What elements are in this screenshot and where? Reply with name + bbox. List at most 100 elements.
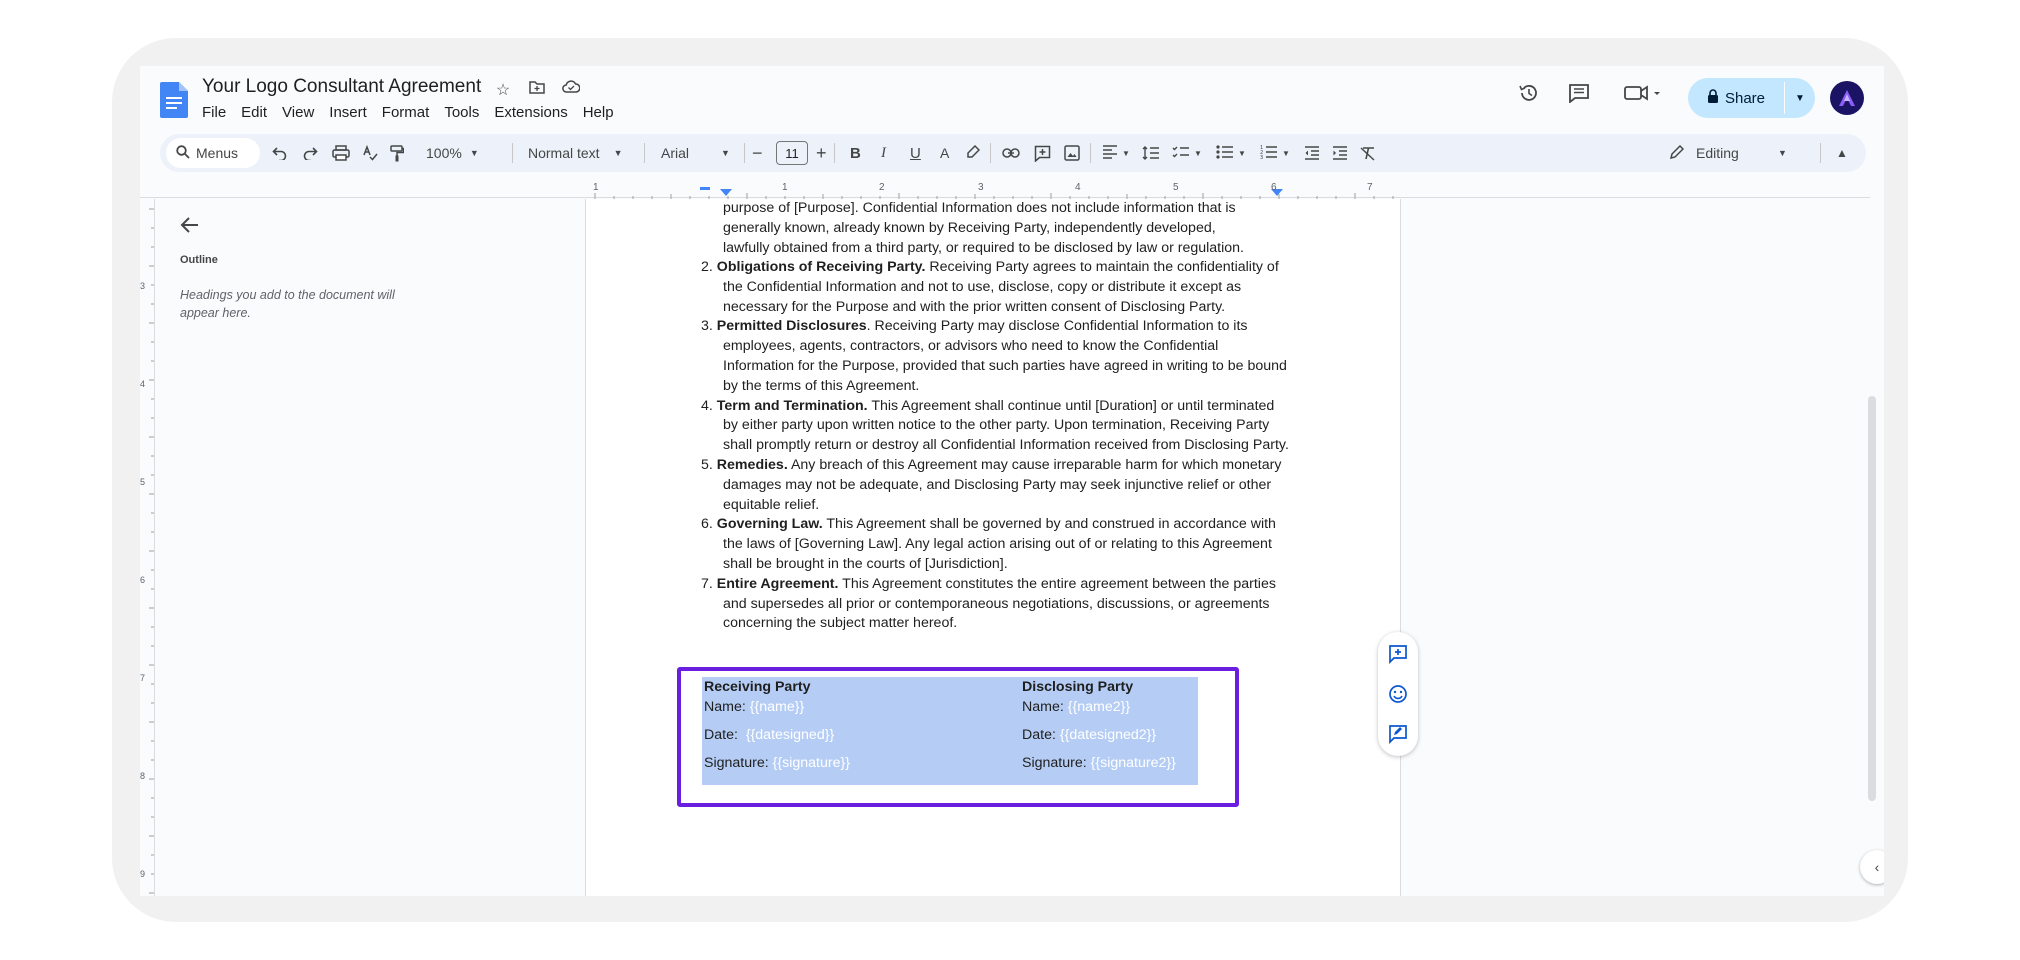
version-history-icon[interactable] (1516, 80, 1542, 106)
list-number: 2. (701, 259, 713, 275)
decrease-font-size-button[interactable]: − (752, 134, 763, 172)
underline-icon[interactable]: U (910, 134, 921, 172)
formatting-toolbar: Menus 100% ▼ Normal text ▼ Arial ▼ − 11 … (160, 134, 1866, 172)
toolbar-divider (512, 143, 513, 163)
vertical-scrollbar[interactable] (1868, 396, 1876, 801)
paragraph-style-select[interactable]: Normal text ▼ (528, 134, 623, 172)
body-line: lawfully obtained from a third party, or… (723, 239, 1245, 256)
menu-edit[interactable]: Edit (241, 104, 267, 121)
outline-empty-text: Headings you add to the document will ap… (180, 288, 395, 320)
meet-icon[interactable] (1620, 80, 1666, 106)
insert-image-icon[interactable] (1064, 134, 1080, 172)
zoom-value: 100% (426, 145, 462, 161)
menu-insert[interactable]: Insert (329, 104, 367, 121)
list-item: 3. Permitted Disclosures. Receiving Part… (701, 317, 1291, 396)
editing-mode-label: Editing (1696, 145, 1739, 161)
font-size-input[interactable]: 11 (776, 141, 808, 165)
bulleted-list-select[interactable]: ▼ (1216, 134, 1246, 172)
increase-indent-icon[interactable] (1332, 134, 1348, 172)
menu-file[interactable]: File (202, 104, 226, 121)
align-chevron-down-icon: ▼ (1122, 148, 1130, 158)
font-chevron-down-icon: ▼ (721, 148, 730, 158)
list-number: 3. (701, 318, 713, 335)
toolbar-divider (834, 143, 835, 163)
editing-chevron-down-icon: ▼ (1778, 148, 1787, 158)
list-number: 5. (701, 456, 713, 473)
zoom-chevron-down-icon: ▼ (469, 148, 479, 158)
numbered-list-select[interactable]: 123 ▼ (1260, 134, 1290, 172)
font-select[interactable]: Arial ▼ (661, 134, 730, 172)
list-item: 4. Term and Termination. This Agreement … (701, 397, 1291, 456)
line-spacing-icon[interactable] (1142, 134, 1160, 172)
ruler-label: 3 (978, 182, 984, 193)
undo-icon[interactable] (272, 134, 288, 172)
italic-icon[interactable]: I (881, 134, 886, 172)
numbered-list-icon: 123 (1260, 144, 1278, 162)
docs-logo-icon[interactable] (160, 82, 188, 118)
ruler-label: 8 (140, 771, 146, 781)
menu-view[interactable]: View (282, 104, 314, 121)
document-title[interactable]: Your Logo Consultant Agreement (202, 76, 481, 98)
ruler-label: 2 (879, 182, 885, 193)
toolbar-divider (644, 143, 645, 163)
checklist-select[interactable]: ▼ (1172, 134, 1202, 172)
chevron-left-icon: ‹ (1874, 859, 1880, 875)
text-color-icon[interactable]: A (940, 134, 949, 172)
editing-mode-select[interactable]: Editing ▼ (1669, 134, 1787, 172)
ruler-label: 7 (140, 673, 146, 683)
menu-format[interactable]: Format (382, 104, 430, 121)
share-button[interactable]: Share (1688, 78, 1784, 118)
highlight-color-icon[interactable] (966, 134, 980, 172)
hide-menus-chevron-up-icon[interactable]: ▲ (1836, 134, 1848, 172)
share-options-chevron-down-icon[interactable]: ▼ (1785, 78, 1815, 118)
style-chevron-down-icon: ▼ (613, 148, 623, 158)
ruler-label: 1 (593, 182, 599, 193)
zoom-select[interactable]: 100% ▼ (426, 134, 479, 172)
search-menus-input[interactable]: Menus (166, 138, 260, 168)
pencil-icon (1669, 144, 1685, 162)
close-outline-arrow-left-icon[interactable] (180, 216, 204, 240)
cloud-status-icon[interactable] (560, 80, 582, 100)
add-comment-icon[interactable] (1034, 134, 1051, 172)
print-icon[interactable] (332, 134, 350, 172)
clear-formatting-icon[interactable] (1360, 134, 1376, 172)
align-left-icon (1102, 144, 1118, 162)
svg-text:3: 3 (1260, 155, 1263, 159)
list-item: 2. Obligations of Receiving Party. Recei… (701, 258, 1291, 317)
menu-help[interactable]: Help (583, 104, 614, 121)
font-size-group: − 11 + (734, 134, 864, 172)
increase-font-size-button[interactable]: + (816, 134, 827, 172)
spellcheck-icon[interactable] (362, 134, 378, 172)
menu-extensions[interactable]: Extensions (494, 104, 567, 121)
side-panel-toggle[interactable]: ‹ (1860, 850, 1884, 884)
star-icon[interactable]: ☆ (492, 80, 514, 100)
suggest-edits-icon[interactable] (1386, 722, 1410, 746)
checklist-icon (1172, 145, 1190, 162)
numbered-list[interactable]: 2. Obligations of Receiving Party. Recei… (701, 258, 1291, 634)
account-avatar[interactable] (1830, 81, 1864, 115)
decrease-indent-icon[interactable] (1304, 134, 1320, 172)
title-actions: ☆ (492, 80, 582, 100)
move-folder-icon[interactable] (526, 80, 548, 100)
ruler-label: 1 (782, 182, 788, 193)
list-item: 5. Remedies. Any breach of this Agreemen… (701, 456, 1291, 515)
emoji-reaction-icon[interactable] (1386, 682, 1410, 706)
insert-link-icon[interactable] (1002, 134, 1020, 172)
align-select[interactable]: ▼ (1102, 134, 1130, 172)
comments-icon[interactable] (1566, 80, 1592, 106)
list-heading: Governing Law. (716, 516, 823, 533)
docs-window: Your Logo Consultant Agreement ☆ File Ed… (140, 66, 1884, 896)
list-number: 7. (701, 575, 713, 592)
body-line: purpose of [Purpose]. Confidential Infor… (723, 200, 1236, 216)
menu-tools[interactable]: Tools (444, 104, 479, 121)
bold-icon[interactable]: B (850, 134, 861, 172)
font-value: Arial (661, 145, 690, 161)
document-body[interactable]: purpose of [Purpose]. Confidential Infor… (723, 199, 1333, 258)
add-comment-icon[interactable] (1386, 642, 1410, 666)
ruler-label: 3 (140, 281, 146, 291)
redo-icon[interactable] (302, 134, 318, 172)
paint-format-icon[interactable] (390, 134, 404, 172)
list-heading: Entire Agreement. (716, 575, 839, 592)
annotation-highlight-box (677, 667, 1239, 807)
numbered-list-chevron-down-icon: ▼ (1282, 148, 1290, 158)
